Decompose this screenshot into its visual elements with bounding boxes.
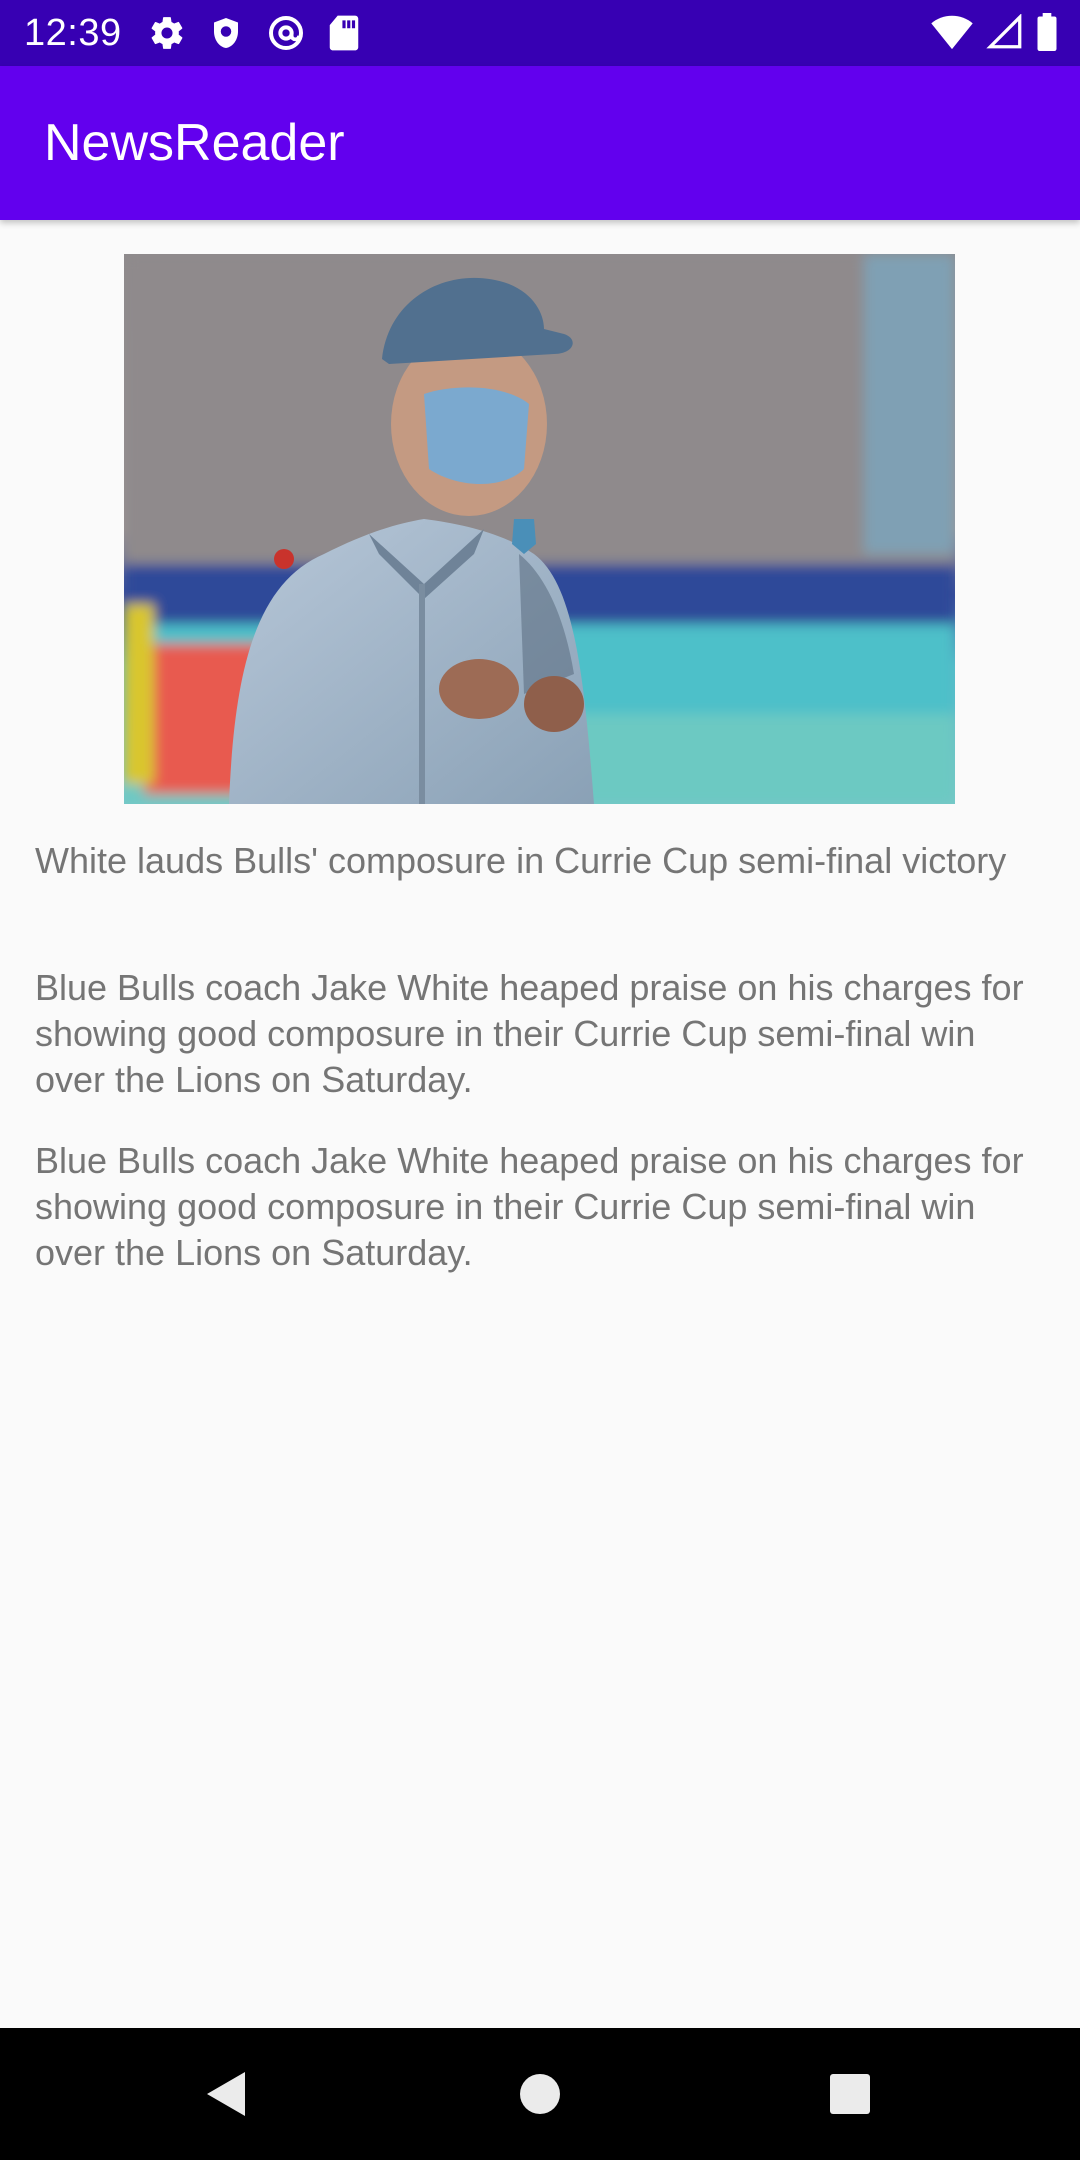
sd-card-icon (328, 14, 360, 52)
status-bar: 12:39 (0, 0, 1080, 66)
article-title: White lauds Bulls' composure in Currie C… (35, 840, 1007, 881)
status-system-icons (930, 13, 1058, 51)
wifi-icon (930, 14, 974, 50)
status-time: 12:39 (24, 12, 122, 54)
at-sign-icon (266, 13, 306, 53)
article-image (124, 254, 955, 804)
coach-photo (124, 254, 955, 804)
settings-icon (148, 14, 186, 52)
status-notification-icons (148, 13, 360, 53)
article-description: Blue Bulls coach Jake White heaped prais… (35, 967, 1024, 1100)
shield-icon (208, 14, 244, 52)
app-bar: NewsReader (0, 66, 1080, 220)
cellular-signal-icon (986, 14, 1024, 50)
recents-button[interactable] (820, 2064, 880, 2124)
recents-icon (830, 2074, 870, 2114)
back-icon (207, 2072, 245, 2116)
navigation-bar (0, 2028, 1080, 2160)
home-icon (520, 2074, 560, 2114)
home-button[interactable] (510, 2064, 570, 2124)
article-content: Blue Bulls coach Jake White heaped prais… (35, 1140, 1024, 1273)
back-button[interactable] (196, 2064, 256, 2124)
app-title: NewsReader (44, 114, 345, 172)
battery-icon (1036, 13, 1058, 51)
screen: 12:39 NewsReader White lauds Bulls' comp… (0, 0, 1080, 2160)
